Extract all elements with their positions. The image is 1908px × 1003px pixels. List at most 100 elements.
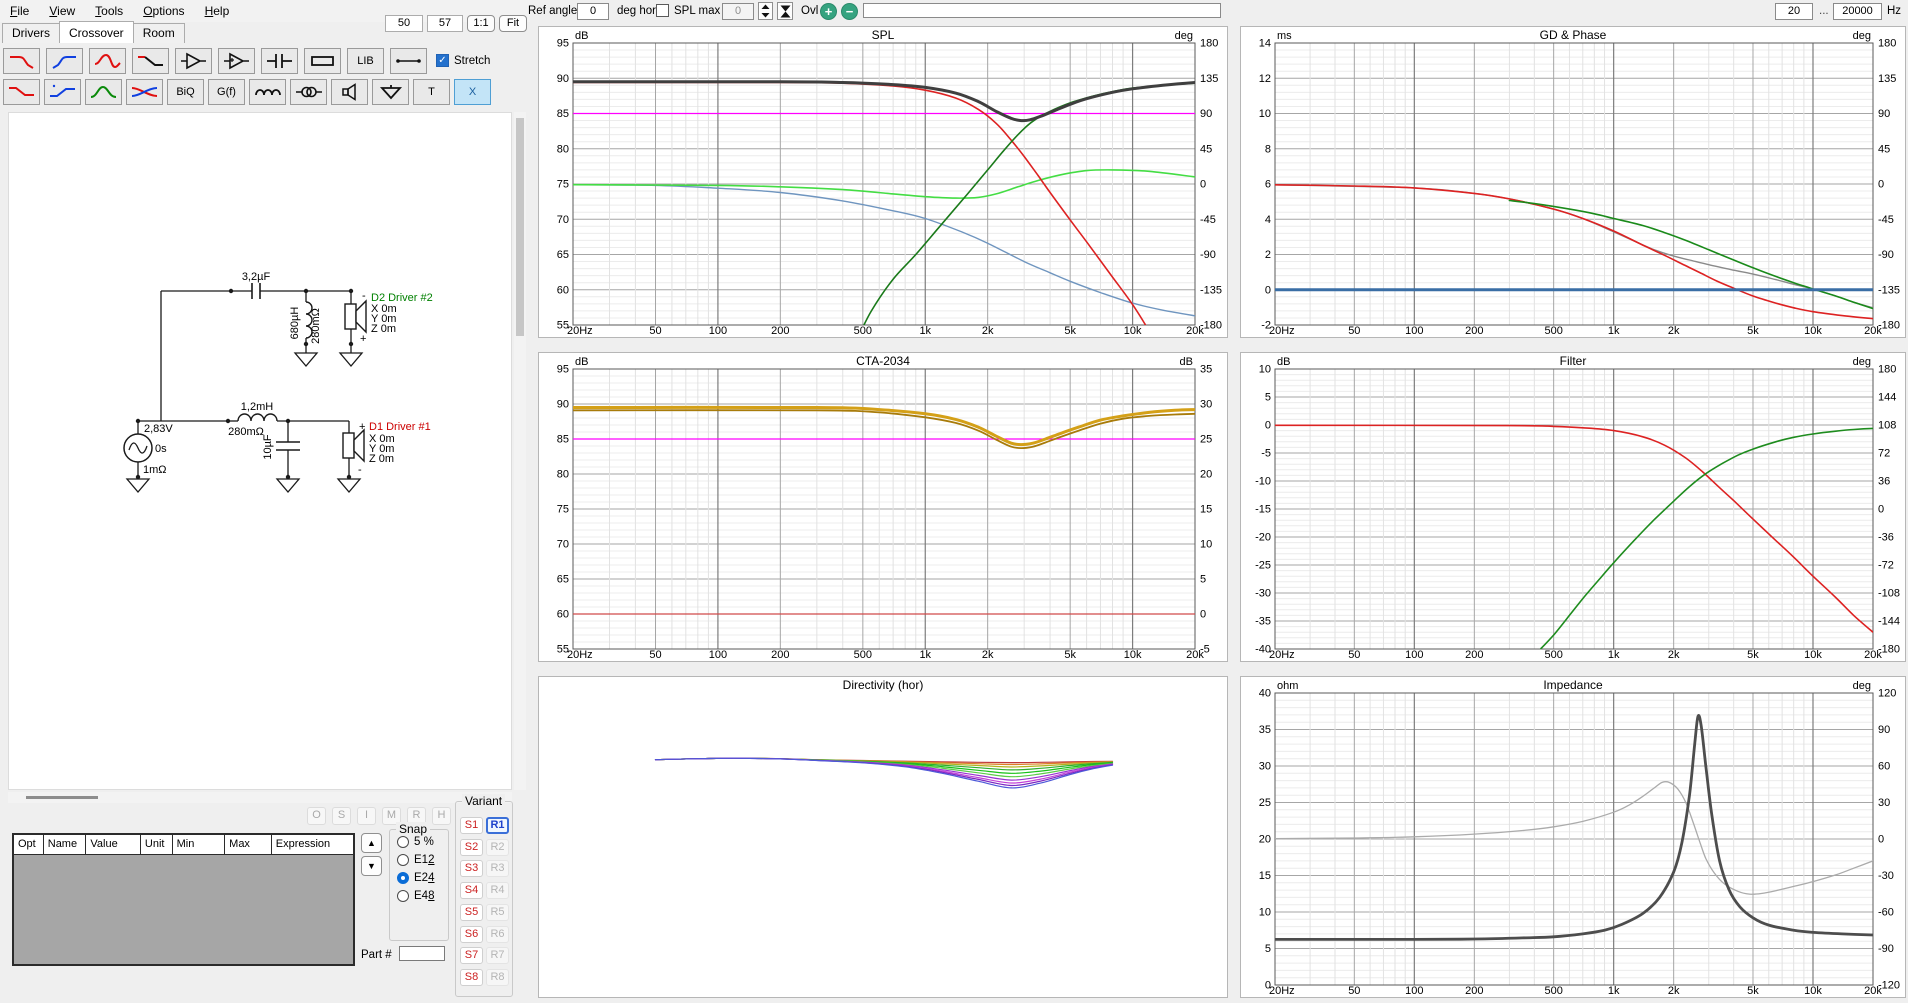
variant-r1-button[interactable]: R1	[486, 817, 509, 834]
opt-o-button[interactable]: O	[307, 807, 326, 825]
wire-button[interactable]	[390, 48, 427, 74]
menu-item-file[interactable]: File	[0, 1, 39, 21]
snap-option-e24[interactable]: E24	[397, 872, 448, 884]
opamp-button[interactable]	[218, 48, 255, 74]
variant-r5-button[interactable]: R5	[486, 903, 509, 921]
opt-s-button[interactable]: S	[332, 807, 351, 825]
tool-lib-button[interactable]: LIB	[347, 48, 384, 74]
column-header-unit[interactable]: Unit	[141, 835, 173, 854]
spl-max-spinner[interactable]	[758, 2, 773, 20]
svg-text:0: 0	[1200, 179, 1206, 191]
menu-item-options[interactable]: Options	[133, 1, 194, 21]
zoom-1to1-button[interactable]: 1:1	[467, 15, 495, 32]
capacitor-button[interactable]	[261, 48, 298, 74]
lowshelf-curve-button[interactable]	[3, 79, 40, 105]
schematic-canvas[interactable]: 3,2µF 680µH 280mΩ - + D2 Driver #2 X 0m …	[8, 112, 512, 790]
svg-text:10: 10	[1259, 364, 1271, 376]
autoscale-button[interactable]	[777, 2, 793, 20]
move-up-button[interactable]: ▲	[361, 833, 382, 853]
schematic-width-input[interactable]: 50	[385, 15, 423, 32]
vscroll-thumb[interactable]	[516, 118, 524, 336]
freq-max-input[interactable]: 20000	[1833, 3, 1882, 20]
part-number-input[interactable]	[399, 946, 445, 961]
column-header-value[interactable]: Value	[86, 835, 141, 854]
variant-s1-button[interactable]: S1	[460, 817, 483, 834]
svg-text:-20: -20	[1255, 532, 1271, 544]
overlay-name-input[interactable]	[863, 3, 1221, 18]
inductor-button[interactable]	[249, 79, 286, 105]
ground-button[interactable]	[372, 79, 409, 105]
lowpass-curve-icon	[9, 56, 34, 69]
schematic-height-input[interactable]: 57	[427, 15, 463, 32]
optimizer-table[interactable]: Opt Name Value Unit Min Max Expression	[12, 833, 355, 966]
lowpass-curve-button[interactable]	[3, 48, 40, 74]
svg-text:85: 85	[557, 434, 569, 446]
transformer-button[interactable]	[290, 79, 327, 105]
schematic-horizontal-scrollbar[interactable]	[8, 792, 512, 803]
column-header-min[interactable]: Min	[173, 835, 226, 854]
column-header-expression[interactable]: Expression	[272, 835, 353, 854]
variant-r3-button[interactable]: R3	[486, 860, 509, 878]
variant-r4-button[interactable]: R4	[486, 882, 509, 900]
bandpass-curve-button[interactable]	[89, 48, 126, 74]
variant-s3-button[interactable]: S3	[460, 860, 483, 878]
menu-item-tools[interactable]: Tools	[85, 1, 133, 21]
column-header-max[interactable]: Max	[225, 835, 272, 854]
svg-text:20k: 20k	[1864, 325, 1882, 337]
snap-option-5[interactable]: 5 %	[397, 836, 448, 848]
variant-s7-button[interactable]: S7	[460, 947, 483, 965]
svg-text:500: 500	[1544, 985, 1562, 997]
tool-g-f-button[interactable]: G(f)	[208, 79, 245, 105]
zoom-fit-button[interactable]: Fit	[499, 15, 527, 32]
opt-i-button[interactable]: I	[357, 807, 376, 825]
variant-s5-button[interactable]: S5	[460, 903, 483, 921]
tab-room[interactable]: Room	[132, 23, 185, 43]
variant-s6-button[interactable]: S6	[460, 925, 483, 943]
tab-crossover[interactable]: Crossover	[59, 21, 134, 43]
overlay-remove-button[interactable]: −	[841, 3, 858, 20]
variant-s4-button[interactable]: S4	[460, 882, 483, 900]
speaker-button[interactable]	[331, 79, 368, 105]
spl-max-checkbox[interactable]	[656, 4, 669, 17]
svg-text:1k: 1k	[1608, 985, 1620, 997]
radio-e12-icon	[397, 854, 409, 866]
menu-item-help[interactable]: Help	[195, 1, 240, 21]
buffer-amp-button[interactable]	[175, 48, 212, 74]
variant-s8-button[interactable]: S8	[460, 968, 483, 986]
snap-option-e48[interactable]: E48	[397, 890, 448, 902]
svg-text:-90: -90	[1878, 249, 1894, 261]
tool-biq-button[interactable]: BiQ	[167, 79, 204, 105]
tab-drivers[interactable]: Drivers	[2, 23, 60, 43]
svg-text:-108: -108	[1878, 588, 1900, 600]
hscroll-thumb[interactable]	[26, 796, 98, 799]
variant-s2-button[interactable]: S2	[460, 838, 483, 856]
d1-z-label: Z 0m	[369, 453, 394, 465]
tool-t-button[interactable]: T	[413, 79, 450, 105]
highpass-curve-button[interactable]	[46, 48, 83, 74]
stretch-checkbox[interactable]: ✓	[436, 54, 449, 67]
column-header-opt[interactable]: Opt	[14, 835, 44, 854]
shelf-curve-button[interactable]	[132, 48, 169, 74]
variant-r7-button[interactable]: R7	[486, 947, 509, 965]
variant-r2-button[interactable]: R2	[486, 838, 509, 856]
schematic-vertical-scrollbar[interactable]	[514, 112, 526, 790]
svg-text:14: 14	[1259, 38, 1271, 50]
freq-min-input[interactable]: 20	[1775, 3, 1813, 20]
column-header-name[interactable]: Name	[44, 835, 87, 854]
snap-option-e12[interactable]: E12	[397, 854, 448, 866]
svg-text:500: 500	[1544, 649, 1562, 661]
allpass-curves-button[interactable]	[126, 79, 163, 105]
series-inductor-res-label: 280mΩ	[228, 426, 264, 438]
move-down-button[interactable]: ▼	[361, 856, 382, 876]
highshelf-curve-button[interactable]	[44, 79, 81, 105]
peak-curve-button[interactable]	[85, 79, 122, 105]
svg-text:20: 20	[1259, 834, 1271, 846]
tool-x-button[interactable]: X	[454, 79, 491, 105]
ref-angle-input[interactable]: 0	[577, 3, 609, 20]
resistor-button[interactable]	[304, 48, 341, 74]
opt-h-button[interactable]: H	[432, 807, 451, 825]
variant-r6-button[interactable]: R6	[486, 925, 509, 943]
menu-item-view[interactable]: View	[39, 1, 85, 21]
variant-r8-button[interactable]: R8	[486, 968, 509, 986]
overlay-add-button[interactable]: +	[820, 3, 837, 20]
